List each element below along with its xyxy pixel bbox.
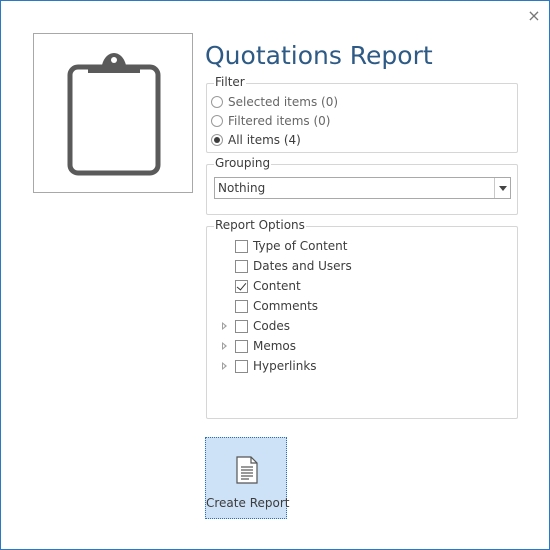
close-button[interactable]: × [525,7,543,25]
checkbox[interactable] [235,319,248,333]
checkbox[interactable] [235,279,248,293]
page-title: Quotations Report [205,41,433,70]
expand-arrow-icon[interactable] [222,342,227,350]
quotations-report-dialog: × Quotations Report Filter Selected item… [0,0,550,550]
radio-filtered-items[interactable]: Filtered items (0) [211,112,330,130]
option-label: Content [253,279,301,293]
option-dates-and-users[interactable]: Dates and Users [235,257,352,275]
radio-label: All items (4) [228,133,301,147]
expand-arrow-icon[interactable] [222,322,227,330]
report-options-legend: Report Options [214,218,306,232]
option-label: Type of Content [253,239,348,253]
radio-selected-items[interactable]: Selected items (0) [211,93,338,111]
grouping-select-value: Nothing [218,181,266,195]
create-report-button[interactable]: Create Report [205,437,290,519]
checkbox[interactable] [235,259,248,273]
create-report-label: Create Report [206,496,290,510]
grouping-select[interactable]: Nothing [214,177,511,199]
document-icon [236,456,258,484]
option-codes[interactable]: Codes [222,317,290,335]
option-hyperlinks[interactable]: Hyperlinks [222,357,317,375]
option-type-of-content[interactable]: Type of Content [235,237,347,255]
radio-button[interactable] [211,134,223,146]
radio-all-items[interactable]: All items (4) [211,131,301,149]
option-content[interactable]: Content [235,277,301,295]
radio-button[interactable] [211,96,223,108]
radio-button[interactable] [211,115,223,127]
checkbox[interactable] [235,299,248,313]
checkbox[interactable] [235,339,248,353]
filter-legend: Filter [214,75,246,89]
radio-label: Filtered items (0) [228,114,331,128]
report-options-group: Report Options Type of Content Dates and… [206,218,518,419]
grouping-legend: Grouping [214,156,272,170]
option-label: Memos [253,339,297,353]
option-label: Dates and Users [253,259,352,273]
option-label: Codes [253,319,290,333]
option-label: Hyperlinks [253,359,317,373]
grouping-group: Grouping Nothing [206,156,518,215]
report-image [33,33,193,193]
checkbox[interactable] [235,239,248,253]
option-comments[interactable]: Comments [235,297,318,315]
close-icon[interactable]: × [527,6,540,25]
clipboard-icon [67,53,161,176]
checkbox[interactable] [235,359,248,373]
filter-group: Filter Selected items (0) Filtered items… [206,75,518,153]
radio-label: Selected items (0) [228,95,339,109]
option-label: Comments [253,299,319,313]
expand-arrow-icon[interactable] [222,362,227,370]
chevron-down-icon[interactable] [494,178,510,198]
option-memos[interactable]: Memos [222,337,297,355]
